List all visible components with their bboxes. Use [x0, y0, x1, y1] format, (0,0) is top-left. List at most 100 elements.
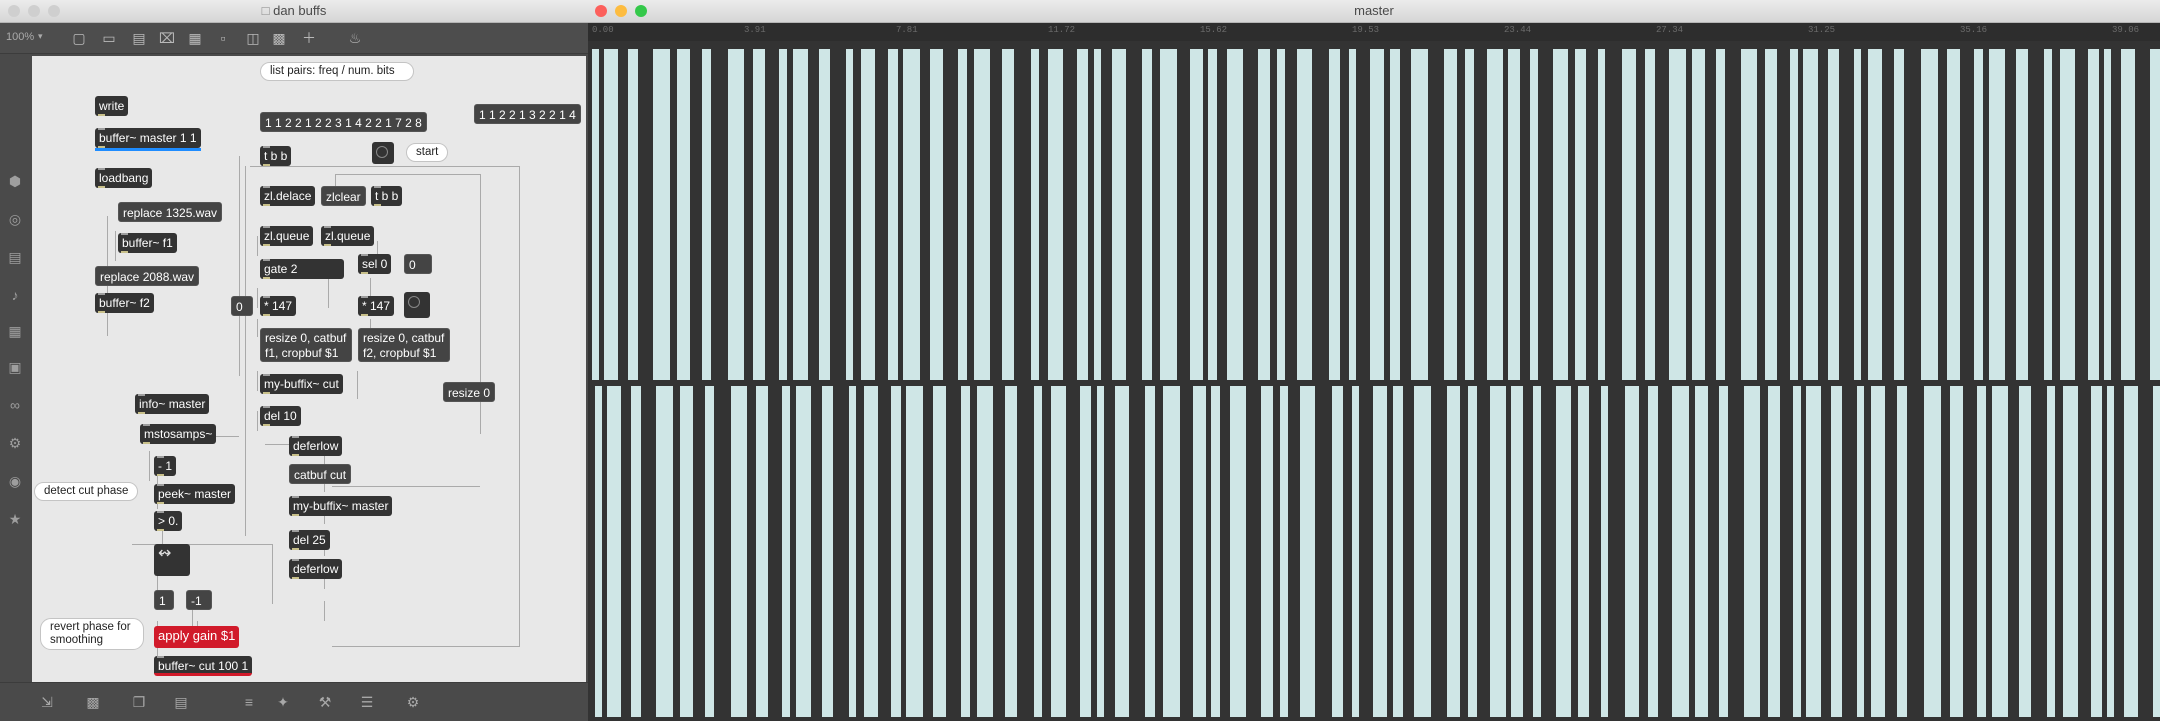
catbuf-cut-label: catbuf cut	[294, 468, 347, 482]
patcher-canvas[interactable]: write buffer~ master 1 1 loadbang replac…	[32, 56, 586, 716]
zoom-button[interactable]	[635, 5, 647, 17]
tbb-object-2[interactable]: t b b	[371, 186, 403, 206]
sliders-icon[interactable]: ≡	[240, 693, 258, 711]
minimize-button[interactable]	[615, 5, 627, 17]
my-buffix-master-object[interactable]: my-buffix~ master	[289, 496, 393, 516]
zero-message-2[interactable]: 0	[404, 254, 432, 274]
cube-icon[interactable]: ⬢	[6, 172, 24, 190]
buffer-master-object[interactable]: buffer~ master 1 1	[95, 128, 201, 148]
del10-object[interactable]: del 10	[260, 406, 301, 426]
split-icon[interactable]: ⇲	[38, 693, 56, 711]
message-icon[interactable]: ▩	[84, 693, 102, 711]
zoom-level[interactable]: 100%	[6, 31, 34, 43]
list-message-2[interactable]: 1 1 2 2 1 3 2 2 1 4	[474, 104, 581, 124]
waveform-display[interactable]	[588, 41, 2160, 721]
loadbang-object[interactable]: loadbang	[95, 168, 153, 188]
add-icon[interactable]: ＋	[300, 29, 318, 47]
tbb-object-1[interactable]: t b b	[260, 146, 292, 166]
minimize-button[interactable]	[28, 5, 40, 17]
neg-one-message[interactable]: -1	[186, 590, 212, 610]
buffer-f1-object[interactable]: buffer~ f1	[118, 233, 177, 253]
sel0-label: sel 0	[362, 257, 388, 271]
waveform-bar-ch2	[1744, 386, 1760, 717]
del25-object[interactable]: del 25	[289, 530, 330, 550]
buffer-titlebar[interactable]: master	[588, 0, 2160, 23]
note-icon[interactable]: ♪	[6, 286, 24, 304]
waveform-bar-ch2	[1034, 386, 1042, 717]
list-message-1[interactable]: 1 1 2 2 1 2 2 3 1 4 2 2 1 7 2 8	[260, 112, 427, 132]
clear-icon[interactable]: ⌧	[158, 29, 176, 47]
format-icon[interactable]: ◫	[244, 29, 262, 47]
minus1-object[interactable]: - 1	[154, 456, 177, 476]
my-buffix-cut-object[interactable]: my-buffix~ cut	[260, 374, 343, 394]
device-icon[interactable]: ▦	[6, 322, 24, 340]
settings-icon[interactable]: ⚙	[404, 693, 422, 711]
patcher-titlebar[interactable]: □ dan buffs	[0, 0, 588, 23]
waveform-bar-ch1	[1077, 49, 1088, 380]
sel0-object[interactable]: sel 0	[358, 254, 392, 274]
replace-1325-message[interactable]: replace 1325.wav	[118, 202, 223, 222]
link-icon[interactable]: ∞	[6, 396, 24, 414]
waveform-bar-ch1	[1297, 49, 1312, 380]
target-icon[interactable]: ◎	[6, 210, 24, 228]
time-ruler[interactable]: 0.00 3.91 7.81 11.72 15.62 19.53 23.44 27.34 31.…	[588, 23, 2160, 41]
snap-icon[interactable]: ▩	[270, 29, 288, 47]
gate-object[interactable]: gate 2	[260, 259, 344, 279]
image-icon[interactable]: ▣	[6, 358, 24, 376]
waveform-bar-ch1	[653, 49, 670, 380]
gear-icon[interactable]: ⚙	[6, 434, 24, 452]
mult147-object-2[interactable]: * 147	[358, 296, 395, 316]
zoom-button[interactable]	[48, 5, 60, 17]
patcher-bottombar: ⇲ ▩ ❐ ▤ ≡ ✦ ⚒ ☰ ⚙	[0, 682, 588, 721]
zl-queue-object-1[interactable]: zl.queue	[260, 226, 314, 246]
lock-icon[interactable]: ▢	[70, 29, 88, 47]
replace-2088-message[interactable]: replace 2088.wav	[95, 266, 200, 286]
apply-gain-message[interactable]: apply gain $1	[154, 626, 240, 648]
film-icon[interactable]: ▤	[6, 248, 24, 266]
start-bang-button[interactable]	[372, 142, 394, 164]
gate-switch-object[interactable]: ↭	[154, 544, 190, 576]
zl-delace-object[interactable]: zl.delace	[260, 186, 316, 206]
buffer-cut-object[interactable]: buffer~ cut 100 1	[154, 656, 253, 676]
catbuf-cut-message[interactable]: catbuf cut	[289, 464, 352, 484]
gt0-object[interactable]: > 0.	[154, 511, 183, 531]
deferlow-object-2[interactable]: deferlow	[289, 559, 343, 579]
comment-icon[interactable]: ▤	[130, 29, 148, 47]
paint-icon[interactable]: ♨	[346, 29, 364, 47]
waveform-bar-ch1	[1329, 49, 1340, 380]
mstosamps-object[interactable]: mstosamps~	[140, 424, 217, 444]
resize0-message[interactable]: resize 0	[443, 382, 496, 402]
resize-f2-message[interactable]: resize 0, catbuf f2, cropbuf $1	[358, 328, 450, 362]
library-icon[interactable]: ☰	[358, 693, 376, 711]
minus1-label: - 1	[158, 459, 173, 473]
resize-f1-message[interactable]: resize 0, catbuf f1, cropbuf $1	[260, 328, 352, 362]
close-button[interactable]	[595, 5, 607, 17]
zl-queue-object-2[interactable]: zl.queue	[321, 226, 375, 246]
zoom-chevron-icon[interactable]: ▾	[38, 31, 43, 42]
wrench-icon[interactable]: ⚒	[316, 693, 334, 711]
one-message[interactable]: 1	[154, 590, 174, 610]
close-button[interactable]	[8, 5, 20, 17]
write-message[interactable]: write	[95, 96, 129, 116]
plugin-icon[interactable]: ◉	[6, 472, 24, 490]
zlclear-message[interactable]: zlclear	[321, 186, 366, 206]
waveform-bar-ch1	[2060, 49, 2075, 380]
inspector-icon[interactable]: ▫	[214, 29, 232, 47]
my-buffix-cut-label: my-buffix~ cut	[264, 377, 339, 391]
mult147-object-1[interactable]: * 147	[260, 296, 297, 316]
star-icon[interactable]: ★	[6, 510, 24, 528]
magic-icon[interactable]: ✦	[274, 693, 292, 711]
window-icon[interactable]: ❐	[130, 693, 148, 711]
waveform-bar-ch1	[861, 49, 875, 380]
zero-message-1[interactable]: 0	[231, 296, 253, 316]
bang-button-2[interactable]	[404, 292, 430, 318]
buffer-f2-object[interactable]: buffer~ f2	[95, 293, 154, 313]
loadbang-label: loadbang	[99, 171, 149, 185]
presentation-icon[interactable]: ▭	[100, 29, 118, 47]
info-master-object[interactable]: info~ master	[135, 394, 210, 414]
waveform-bar-ch1	[1112, 49, 1126, 380]
save-icon[interactable]: ▦	[186, 29, 204, 47]
peek-master-object[interactable]: peek~ master	[154, 484, 236, 504]
deferlow-object-1[interactable]: deferlow	[289, 436, 343, 456]
package-icon[interactable]: ▤	[172, 693, 190, 711]
